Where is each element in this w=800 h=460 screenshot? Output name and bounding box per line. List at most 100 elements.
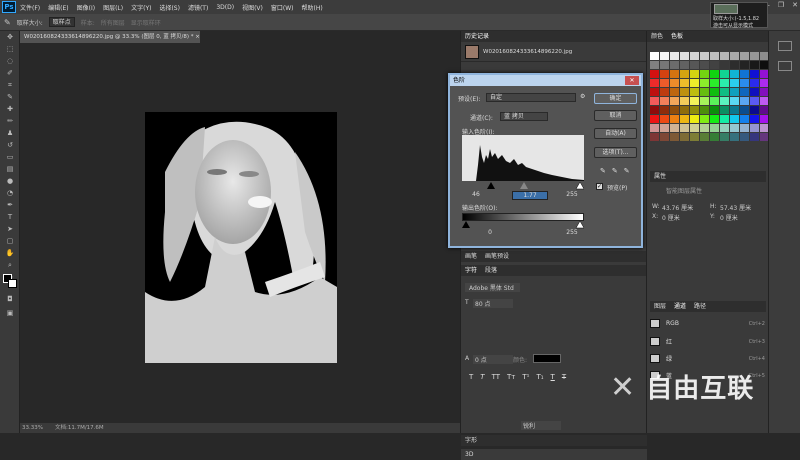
lasso-tool-icon[interactable]: ◌: [2, 56, 18, 67]
menu-edit[interactable]: 编辑(E): [44, 3, 72, 12]
color-swatch[interactable]: [650, 115, 659, 123]
color-swatch[interactable]: [740, 79, 749, 87]
width-value[interactable]: 43.76 厘米: [662, 203, 693, 212]
color-swatch[interactable]: [710, 61, 719, 69]
color-swatch[interactable]: [750, 88, 759, 96]
small-caps-button[interactable]: Tᴛ: [507, 373, 515, 381]
options-button[interactable]: 选项(T)...: [594, 147, 637, 158]
eyedropper-icon[interactable]: ✎: [4, 18, 11, 27]
tab-brush[interactable]: 画笔: [465, 251, 477, 262]
tab-channels[interactable]: 通道: [674, 301, 686, 312]
color-swatch[interactable]: [650, 133, 659, 141]
color-swatch[interactable]: [660, 124, 669, 132]
color-swatch[interactable]: [750, 61, 759, 69]
subscript-button[interactable]: T₁: [536, 373, 543, 381]
color-swatch[interactable]: [670, 115, 679, 123]
quick-select-icon[interactable]: ✐: [2, 68, 18, 79]
color-swatch[interactable]: [700, 97, 709, 105]
color-swatch[interactable]: [740, 70, 749, 78]
tab-glyphs[interactable]: 字形: [465, 435, 477, 446]
output-black-value[interactable]: 0: [472, 229, 508, 238]
dialog-close-button[interactable]: ✕: [625, 76, 639, 85]
color-swatch[interactable]: [730, 133, 739, 141]
stamp-tool-icon[interactable]: ♟: [2, 128, 18, 139]
cancel-button[interactable]: 取消: [594, 110, 637, 121]
antialias-select[interactable]: 锐利: [521, 421, 561, 430]
color-swatch[interactable]: [680, 52, 689, 60]
color-swatch[interactable]: [750, 79, 759, 87]
color-swatch[interactable]: [670, 97, 679, 105]
color-swatch[interactable]: [730, 124, 739, 132]
color-swatch[interactable]: [720, 70, 729, 78]
color-swatch[interactable]: [720, 52, 729, 60]
menu-type[interactable]: 文字(Y): [127, 3, 155, 12]
swatch-grid[interactable]: [650, 52, 769, 141]
eyedropper-tool-icon[interactable]: ✎: [2, 92, 18, 103]
color-swatch[interactable]: [740, 61, 749, 69]
color-swatch[interactable]: [680, 61, 689, 69]
color-swatch[interactable]: [720, 124, 729, 132]
color-swatch[interactable]: [710, 124, 719, 132]
superscript-button[interactable]: T¹: [522, 373, 529, 381]
menu-3d[interactable]: 3D(D): [212, 4, 238, 11]
show-ring-checkbox[interactable]: 显示取样环: [131, 18, 161, 27]
menu-select[interactable]: 选择(S): [155, 3, 184, 12]
input-white-value[interactable]: 255: [554, 191, 590, 200]
gradient-tool-icon[interactable]: ▤: [2, 164, 18, 175]
text-color-swatch[interactable]: [533, 354, 561, 363]
healing-tool-icon[interactable]: ✚: [2, 104, 18, 115]
color-swatch[interactable]: [650, 106, 659, 114]
color-swatch[interactable]: [650, 88, 659, 96]
color-swatch[interactable]: [670, 133, 679, 141]
color-swatch[interactable]: [670, 106, 679, 114]
color-swatch[interactable]: [700, 106, 709, 114]
auto-button[interactable]: 自动(A): [594, 128, 637, 139]
color-swatch[interactable]: [720, 97, 729, 105]
color-swatch[interactable]: [750, 115, 759, 123]
tab-brush-presets[interactable]: 画笔预设: [485, 251, 509, 262]
faux-italic-button[interactable]: T: [480, 373, 484, 381]
color-swatch[interactable]: [650, 97, 659, 105]
input-black-value[interactable]: 46: [458, 191, 494, 200]
history-snapshot-row[interactable]: W020160824333614896220.jpg: [461, 42, 646, 62]
restore-icon[interactable]: ❐: [778, 1, 784, 9]
path-select-icon[interactable]: ➤: [2, 224, 18, 235]
menu-window[interactable]: 窗口(W): [267, 3, 298, 12]
color-swatch[interactable]: [690, 61, 699, 69]
type-tool-icon[interactable]: T: [2, 212, 18, 223]
input-gamma-value[interactable]: 1.77: [512, 191, 548, 200]
color-swatch[interactable]: [730, 88, 739, 96]
color-swatch[interactable]: [740, 52, 749, 60]
color-swatch[interactable]: [740, 88, 749, 96]
color-swatch[interactable]: [650, 70, 659, 78]
color-swatch[interactable]: [740, 133, 749, 141]
blur-tool-icon[interactable]: ●: [2, 176, 18, 187]
color-swatch[interactable]: [660, 115, 669, 123]
menu-filter[interactable]: 滤镜(T): [184, 3, 212, 12]
all-caps-button[interactable]: TT: [492, 373, 500, 381]
color-swatch[interactable]: [710, 79, 719, 87]
close-icon[interactable]: ✕: [792, 1, 798, 9]
dodge-tool-icon[interactable]: ◔: [2, 188, 18, 199]
tab-paragraph[interactable]: 段落: [485, 265, 497, 276]
tracking-field[interactable]: 0 点: [473, 355, 513, 364]
preview-checkbox[interactable]: ✓: [596, 183, 603, 190]
background-color-swatch[interactable]: [8, 279, 17, 288]
color-swatch[interactable]: [660, 70, 669, 78]
zoom-level[interactable]: 33.33%: [22, 423, 43, 433]
color-swatch[interactable]: [660, 52, 669, 60]
color-swatch[interactable]: [650, 52, 659, 60]
color-swatch[interactable]: [660, 133, 669, 141]
color-swatch[interactable]: [720, 133, 729, 141]
strikethrough-button[interactable]: T: [562, 373, 566, 381]
eraser-tool-icon[interactable]: ▭: [2, 152, 18, 163]
color-swatch[interactable]: [700, 115, 709, 123]
y-value[interactable]: 0 厘米: [720, 213, 738, 222]
color-swatch[interactable]: [720, 115, 729, 123]
color-swatch[interactable]: [700, 79, 709, 87]
color-swatch[interactable]: [680, 124, 689, 132]
channel-row[interactable]: RGB Ctrl+2: [650, 318, 765, 329]
color-swatch[interactable]: [740, 115, 749, 123]
color-swatch[interactable]: [750, 106, 759, 114]
color-swatch[interactable]: [690, 124, 699, 132]
